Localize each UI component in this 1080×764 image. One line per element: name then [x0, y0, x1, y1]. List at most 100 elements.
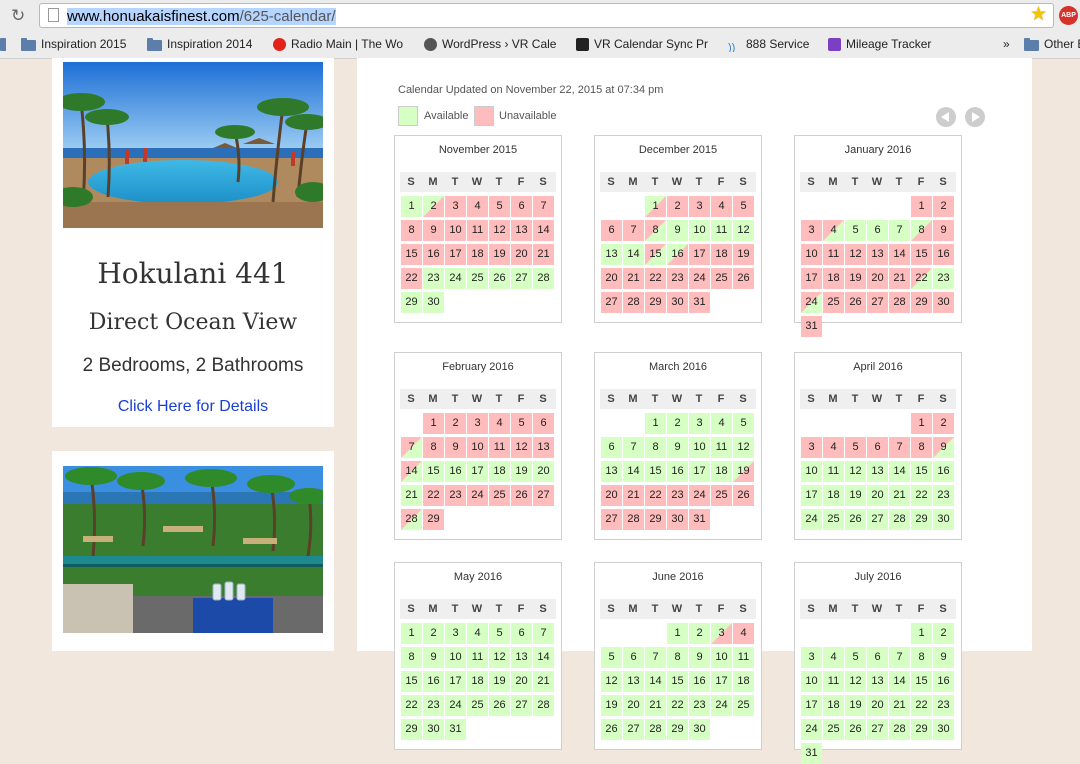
day-cell[interactable]: 6: [511, 196, 532, 217]
day-cell[interactable]: 3: [801, 647, 822, 668]
day-cell[interactable]: 14: [889, 671, 910, 692]
day-cell[interactable]: 3: [801, 437, 822, 458]
day-cell[interactable]: 22: [911, 268, 932, 289]
day-cell[interactable]: 1: [401, 196, 422, 217]
day-cell[interactable]: 7: [623, 437, 644, 458]
day-cell[interactable]: 20: [623, 695, 644, 716]
day-cell[interactable]: 3: [689, 413, 710, 434]
day-cell[interactable]: 20: [867, 695, 888, 716]
day-cell[interactable]: 25: [467, 695, 488, 716]
day-cell[interactable]: 2: [667, 196, 688, 217]
day-cell[interactable]: 23: [933, 485, 954, 506]
day-cell[interactable]: 2: [423, 196, 444, 217]
day-cell[interactable]: 21: [533, 244, 554, 265]
day-cell[interactable]: 7: [889, 647, 910, 668]
day-cell[interactable]: 10: [445, 220, 466, 241]
day-cell[interactable]: 7: [645, 647, 666, 668]
day-cell[interactable]: 30: [667, 292, 688, 313]
day-cell[interactable]: 11: [733, 647, 754, 668]
day-cell[interactable]: 30: [423, 719, 444, 740]
day-cell[interactable]: 24: [689, 268, 710, 289]
day-cell[interactable]: 22: [667, 695, 688, 716]
bookmark-star-icon[interactable]: ★: [1030, 5, 1047, 25]
day-cell[interactable]: 5: [489, 196, 510, 217]
day-cell[interactable]: 24: [689, 485, 710, 506]
day-cell[interactable]: 29: [911, 719, 932, 740]
day-cell[interactable]: 16: [667, 244, 688, 265]
day-cell[interactable]: 6: [601, 220, 622, 241]
day-cell[interactable]: 16: [933, 461, 954, 482]
day-cell[interactable]: 2: [423, 623, 444, 644]
day-cell[interactable]: 4: [823, 437, 844, 458]
day-cell[interactable]: 21: [623, 485, 644, 506]
day-cell[interactable]: 11: [711, 437, 732, 458]
day-cell[interactable]: 19: [489, 244, 510, 265]
day-cell[interactable]: 20: [867, 485, 888, 506]
day-cell[interactable]: 25: [711, 268, 732, 289]
day-cell[interactable]: 16: [689, 671, 710, 692]
day-cell[interactable]: 15: [423, 461, 444, 482]
day-cell[interactable]: 15: [911, 671, 932, 692]
day-cell[interactable]: 17: [801, 485, 822, 506]
day-cell[interactable]: 8: [401, 647, 422, 668]
day-cell[interactable]: 7: [533, 196, 554, 217]
day-cell[interactable]: 18: [823, 485, 844, 506]
day-cell[interactable]: 10: [801, 244, 822, 265]
day-cell[interactable]: 4: [711, 413, 732, 434]
day-cell[interactable]: 11: [823, 671, 844, 692]
day-cell[interactable]: 3: [711, 623, 732, 644]
day-cell[interactable]: 4: [823, 647, 844, 668]
day-cell[interactable]: 12: [601, 671, 622, 692]
day-cell[interactable]: 14: [401, 461, 422, 482]
day-cell[interactable]: 2: [933, 196, 954, 217]
day-cell[interactable]: 4: [467, 623, 488, 644]
reload-icon[interactable]: ↻: [11, 6, 25, 26]
day-cell[interactable]: 31: [801, 316, 822, 337]
day-cell[interactable]: 26: [733, 268, 754, 289]
day-cell[interactable]: 15: [911, 461, 932, 482]
day-cell[interactable]: 20: [601, 485, 622, 506]
day-cell[interactable]: 11: [823, 461, 844, 482]
day-cell[interactable]: 12: [733, 437, 754, 458]
day-cell[interactable]: 28: [889, 292, 910, 313]
day-cell[interactable]: 9: [689, 647, 710, 668]
day-cell[interactable]: 9: [933, 647, 954, 668]
day-cell[interactable]: 17: [445, 244, 466, 265]
day-cell[interactable]: 27: [623, 719, 644, 740]
day-cell[interactable]: 17: [801, 695, 822, 716]
day-cell[interactable]: 6: [623, 647, 644, 668]
day-cell[interactable]: 5: [601, 647, 622, 668]
day-cell[interactable]: 16: [423, 244, 444, 265]
day-cell[interactable]: 6: [533, 413, 554, 434]
day-cell[interactable]: 11: [711, 220, 732, 241]
day-cell[interactable]: 15: [667, 671, 688, 692]
day-cell[interactable]: 29: [911, 292, 932, 313]
day-cell[interactable]: 20: [867, 268, 888, 289]
day-cell[interactable]: 27: [511, 268, 532, 289]
day-cell[interactable]: 10: [467, 437, 488, 458]
day-cell[interactable]: 27: [601, 292, 622, 313]
day-cell[interactable]: 26: [845, 719, 866, 740]
day-cell[interactable]: 21: [645, 695, 666, 716]
day-cell[interactable]: 24: [801, 292, 822, 313]
day-cell[interactable]: 19: [733, 461, 754, 482]
day-cell[interactable]: 10: [689, 220, 710, 241]
day-cell[interactable]: 5: [511, 413, 532, 434]
day-cell[interactable]: 26: [733, 485, 754, 506]
day-cell[interactable]: 14: [889, 461, 910, 482]
day-cell[interactable]: 27: [511, 695, 532, 716]
day-cell[interactable]: 1: [911, 196, 932, 217]
day-cell[interactable]: 9: [933, 220, 954, 241]
day-cell[interactable]: 5: [733, 196, 754, 217]
day-cell[interactable]: 1: [401, 623, 422, 644]
day-cell[interactable]: 17: [689, 461, 710, 482]
day-cell[interactable]: 31: [801, 743, 822, 764]
day-cell[interactable]: 20: [601, 268, 622, 289]
day-cell[interactable]: 24: [711, 695, 732, 716]
day-cell[interactable]: 21: [889, 485, 910, 506]
day-cell[interactable]: 23: [445, 485, 466, 506]
day-cell[interactable]: 27: [867, 292, 888, 313]
day-cell[interactable]: 18: [733, 671, 754, 692]
day-cell[interactable]: 13: [601, 461, 622, 482]
day-cell[interactable]: 12: [845, 671, 866, 692]
